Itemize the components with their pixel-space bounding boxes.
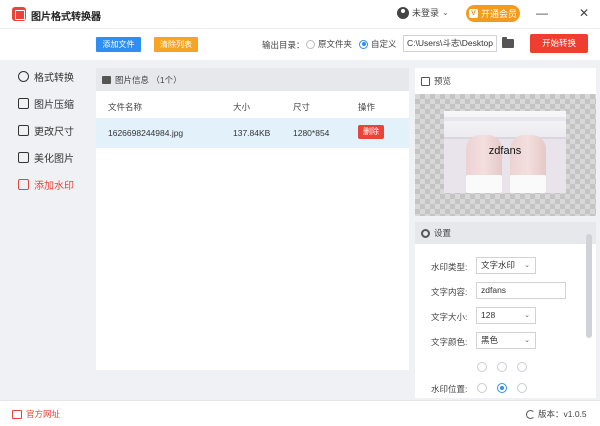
- vip-button[interactable]: V 开通会员: [466, 5, 520, 22]
- file-size-cell: 137.84KB: [233, 128, 271, 138]
- option-custom[interactable]: 自定义: [359, 38, 397, 50]
- compress-icon: [18, 98, 29, 109]
- column-header-size: 大小: [233, 102, 251, 112]
- preview-photo-leg: [510, 135, 546, 193]
- app-title: 图片格式转换器: [31, 12, 101, 23]
- position-radio-top-right[interactable]: [517, 362, 527, 372]
- chevron-down-icon: ⌄: [524, 262, 530, 269]
- column-header-dimensions: 尺寸: [293, 102, 311, 112]
- watermark-type-label: 水印类型:: [431, 262, 468, 272]
- beautify-icon: [18, 152, 29, 163]
- watermark-preview-text: zdfans: [488, 145, 522, 157]
- footer: 官方网址 版本：v1.0.5: [0, 400, 600, 426]
- chevron-down-icon: ⌄: [524, 337, 530, 344]
- title-bar: 图片格式转换器 未登录 ⌄ V 开通会员 — ✕: [0, 0, 600, 28]
- refresh-icon: [526, 409, 535, 419]
- vip-icon: V: [468, 9, 478, 18]
- settings-panel: 设置 水印类型: 文字水印 ⌄ 文字内容: zdfans 文字大小: 128 ⌄…: [415, 222, 596, 398]
- user-icon: [397, 6, 409, 19]
- resize-icon: [18, 125, 29, 136]
- chevron-down-icon: ⌄: [442, 8, 449, 17]
- sidebar-item-watermark[interactable]: 添加水印: [18, 177, 74, 192]
- column-header-action: 操作: [358, 102, 376, 112]
- position-radio-middle-right[interactable]: [517, 383, 527, 393]
- app-logo-icon: [12, 7, 26, 21]
- user-menu[interactable]: 未登录 ⌄: [397, 6, 449, 19]
- text-color-select[interactable]: 黑色 ⌄: [476, 332, 536, 349]
- position-radio-top-center[interactable]: [497, 362, 507, 372]
- sidebar-item-format-convert[interactable]: 格式转换: [18, 69, 74, 84]
- position-radio-middle-left[interactable]: [477, 383, 487, 393]
- settings-header: 设置: [415, 222, 596, 244]
- option-original-folder[interactable]: 原文件夹: [306, 38, 352, 50]
- preview-photo-skirt: [444, 111, 566, 139]
- start-convert-button[interactable]: 开始转换: [530, 34, 588, 53]
- text-content-label: 文字内容:: [431, 287, 468, 297]
- chevron-down-icon: ⌄: [524, 312, 530, 319]
- radio-custom[interactable]: [359, 39, 368, 49]
- preview-panel: 预览 zdfans: [415, 68, 596, 216]
- watermark-icon: [18, 179, 29, 190]
- file-list-header: 图片信息 （1个）: [96, 68, 409, 91]
- preview-photo-leg: [466, 135, 502, 193]
- text-size-select[interactable]: 128 ⌄: [476, 307, 536, 324]
- column-header-name: 文件名称: [108, 102, 143, 112]
- gear-icon: [421, 228, 430, 238]
- file-name-cell: 1626698244984.jpg: [108, 128, 184, 138]
- text-content-input[interactable]: zdfans: [476, 282, 566, 299]
- preview-image: zdfans: [444, 111, 566, 193]
- version-label: 版本：v1.0.5: [538, 409, 587, 419]
- user-label: 未登录: [412, 8, 440, 18]
- sidebar-item-resize[interactable]: 更改尺寸: [18, 123, 74, 138]
- text-size-value: 128: [481, 310, 496, 320]
- watermark-type-value: 文字水印: [481, 260, 516, 270]
- option-original-label: 原文件夹: [318, 39, 353, 49]
- preview-icon: [421, 76, 430, 86]
- sidebar-item-label: 添加水印: [34, 181, 74, 192]
- settings-scrollbar[interactable]: [586, 234, 592, 338]
- output-dir-label: 输出目录：: [262, 40, 305, 50]
- text-size-label: 文字大小:: [431, 312, 468, 322]
- image-icon: [102, 75, 111, 84]
- sidebar-item-label: 更改尺寸: [34, 127, 74, 138]
- folder-icon[interactable]: [502, 37, 514, 48]
- option-custom-label: 自定义: [371, 39, 397, 49]
- sidebar-item-label: 美化图片: [34, 154, 74, 165]
- output-path-field[interactable]: C:\Users\斗志\Desktop: [403, 35, 497, 52]
- table-row[interactable]: 1626698244984.jpg 137.84KB 1280*854 删除: [96, 118, 409, 148]
- preview-header: 预览: [421, 75, 451, 87]
- file-list-title: 图片信息 （1个）: [115, 74, 182, 85]
- preview-title: 预览: [434, 76, 452, 86]
- sidebar-item-compress[interactable]: 图片压缩: [18, 96, 74, 111]
- vip-label: 开通会员: [480, 9, 517, 19]
- sidebar-item-label: 格式转换: [34, 73, 74, 84]
- settings-title: 设置: [434, 228, 452, 238]
- convert-icon: [18, 71, 29, 82]
- sidebar-item-beautify[interactable]: 美化图片: [18, 150, 74, 165]
- file-dimensions-cell: 1280*854: [293, 128, 330, 138]
- home-icon: [12, 409, 22, 419]
- file-list-panel: 图片信息 （1个） 文件名称 大小 尺寸 操作 1626698244984.jp…: [96, 68, 409, 370]
- text-color-value: 黑色: [481, 335, 499, 345]
- watermark-position-label: 水印位置:: [431, 384, 468, 394]
- position-radio-center[interactable]: [497, 383, 507, 393]
- toolbar: 添加文件 清除列表 输出目录： 原文件夹 自定义 C:\Users\斗志\Des…: [0, 28, 600, 60]
- delete-button[interactable]: 删除: [358, 125, 384, 139]
- minimize-button[interactable]: —: [534, 5, 550, 21]
- add-file-button[interactable]: 添加文件: [96, 37, 141, 52]
- official-site-label: 官方网址: [26, 409, 61, 419]
- close-button[interactable]: ✕: [576, 5, 592, 21]
- text-color-label: 文字颜色:: [431, 337, 468, 347]
- sidebar-item-label: 图片压缩: [34, 100, 74, 111]
- sidebar: 格式转换 图片压缩 更改尺寸 美化图片 添加水印: [0, 60, 90, 398]
- clear-list-button[interactable]: 清除列表: [154, 37, 198, 52]
- watermark-type-select[interactable]: 文字水印 ⌄: [476, 257, 536, 274]
- radio-original[interactable]: [306, 39, 315, 49]
- preview-canvas: zdfans: [415, 94, 596, 216]
- position-radio-top-left[interactable]: [477, 362, 487, 372]
- official-site-link[interactable]: 官方网址: [12, 408, 60, 420]
- version-info[interactable]: 版本：v1.0.5: [526, 408, 587, 420]
